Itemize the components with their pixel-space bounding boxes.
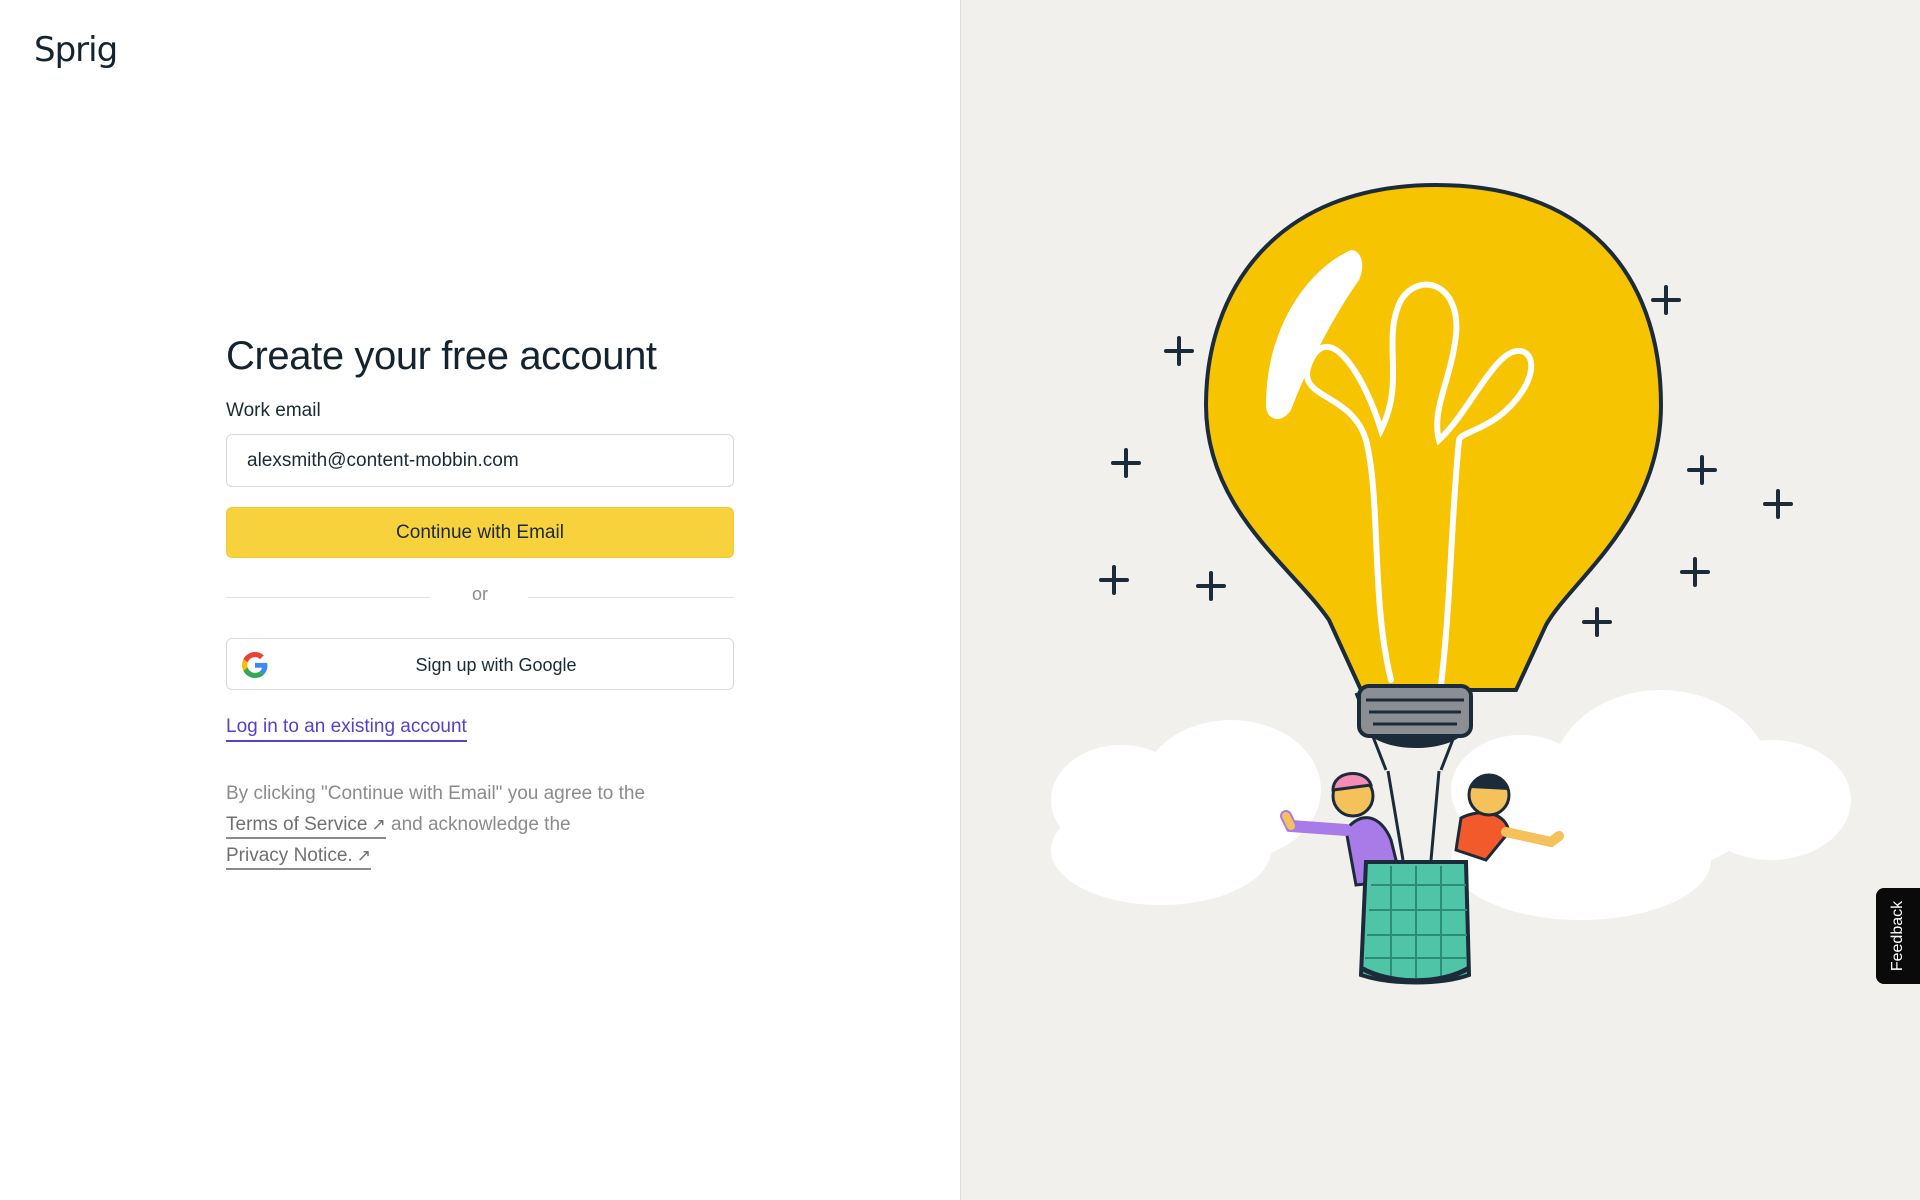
signup-panel: Sprig Create your free account Work emai… [0,0,960,1200]
sprig-logo[interactable]: Sprig [34,30,118,70]
balloon-basket [1358,860,1472,985]
page-title: Create your free account [226,334,657,378]
legal-prefix-text: By clicking "Continue with Email" you ag… [226,783,646,804]
illustration-panel: Feedback [960,0,1920,1200]
legal-middle-text: and acknowledge the [391,814,571,835]
sign-up-with-google-button[interactable]: Sign up with Google [226,638,734,690]
work-email-input[interactable] [226,434,734,487]
privacy-notice-link[interactable]: Privacy Notice. ↗ [226,845,371,870]
legal-notice: By clicking "Continue with Email" you ag… [226,778,686,871]
lightbulb-balloon-illustration [1051,182,1851,985]
signup-form: Create your free account Work email Cont… [226,330,734,871]
privacy-notice-label: Privacy Notice. [226,845,353,866]
google-button-label: Sign up with Google [415,655,577,675]
feedback-label: Feedback [1889,900,1906,972]
external-link-icon: ↗ [356,846,371,865]
divider-line-right [528,597,734,598]
google-g-icon [242,652,268,678]
terms-of-service-label: Terms of Service [226,814,368,835]
work-email-label: Work email [226,400,321,421]
feedback-tab[interactable]: Feedback [1876,888,1920,984]
log-in-existing-account-link[interactable]: Log in to an existing account [226,716,467,742]
or-divider: or [226,584,734,610]
continue-with-email-button[interactable]: Continue with Email [226,507,734,558]
divider-or-text: or [471,584,488,604]
external-link-icon: ↗ [371,815,386,834]
terms-of-service-link[interactable]: Terms of Service ↗ [226,814,386,839]
lightbulb-balloon [1203,182,1664,748]
